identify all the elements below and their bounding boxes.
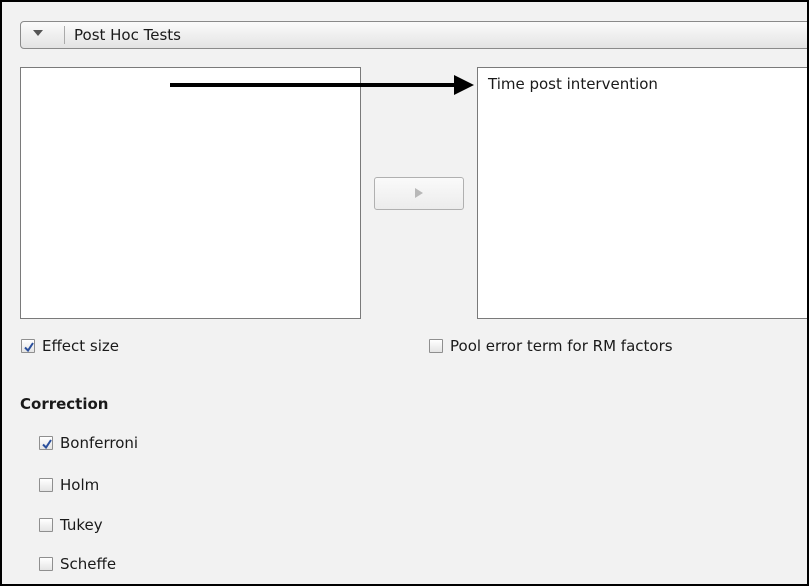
post-hoc-factors-list[interactable]: Time post intervention — [477, 67, 807, 319]
holm-checkbox[interactable] — [39, 478, 53, 492]
pool-error-option[interactable]: Pool error term for RM factors — [429, 337, 789, 357]
correction-tukey-option[interactable]: Tukey — [39, 516, 239, 536]
correction-bonferroni-option[interactable]: Bonferroni — [39, 434, 239, 454]
tukey-checkbox[interactable] — [39, 518, 53, 532]
checkmark-icon — [24, 342, 34, 353]
bonferroni-checkbox[interactable] — [39, 436, 53, 450]
effect-size-checkbox[interactable] — [21, 339, 35, 353]
pool-error-label: Pool error term for RM factors — [450, 337, 673, 355]
play-arrow-icon — [415, 188, 423, 198]
holm-label: Holm — [60, 476, 100, 494]
scheffe-checkbox[interactable] — [39, 557, 53, 571]
available-factors-list[interactable] — [20, 67, 361, 319]
section-title: Post Hoc Tests — [74, 26, 181, 44]
scheffe-label: Scheffe — [60, 555, 117, 573]
correction-holm-option[interactable]: Holm — [39, 476, 239, 496]
effect-size-option[interactable]: Effect size — [21, 337, 221, 357]
checkmark-icon — [42, 439, 52, 450]
pool-error-checkbox[interactable] — [429, 339, 443, 353]
correction-heading: Correction — [20, 395, 109, 413]
move-to-target-button[interactable] — [374, 177, 464, 210]
post-hoc-section-header[interactable]: Post Hoc Tests — [20, 21, 807, 49]
post-hoc-panel: Post Hoc Tests Time post intervention Ef… — [0, 0, 809, 586]
list-item[interactable]: Time post intervention — [488, 75, 658, 93]
tukey-label: Tukey — [60, 516, 103, 534]
bonferroni-label: Bonferroni — [60, 434, 139, 452]
header-divider — [64, 26, 65, 44]
effect-size-label: Effect size — [42, 337, 120, 355]
correction-scheffe-option[interactable]: Scheffe — [39, 555, 239, 575]
triangle-down-icon[interactable] — [33, 30, 43, 36]
